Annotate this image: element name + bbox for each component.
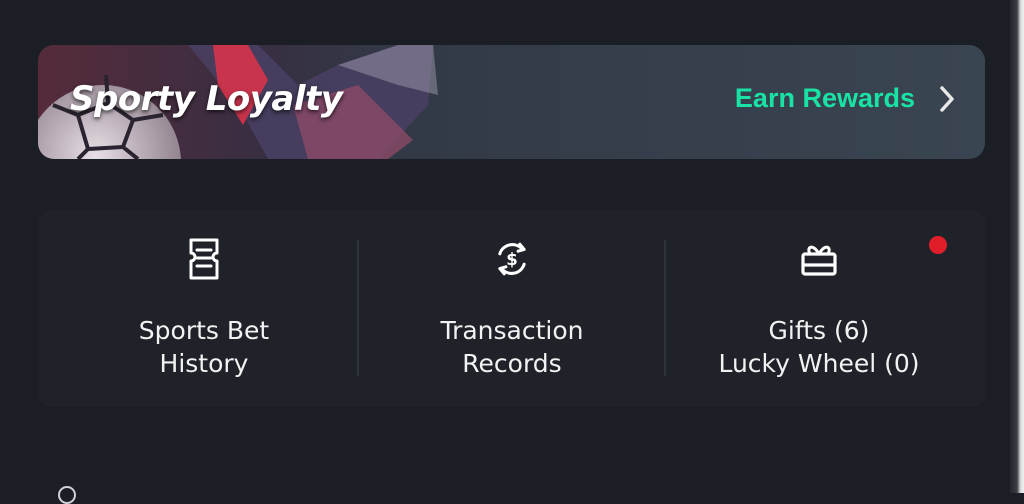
notification-dot	[929, 236, 947, 254]
account-actions-card: Sports Bet History $ Transaction Records	[38, 210, 986, 407]
transaction-records-line1: Transaction	[440, 316, 584, 345]
loyalty-banner[interactable]: Sporty Loyalty Earn Rewards	[38, 45, 985, 159]
earn-rewards-label: Earn Rewards	[734, 83, 915, 113]
gifts-count: Gifts (6)	[768, 316, 870, 345]
lucky-wheel-count: Lucky Wheel (0)	[718, 349, 920, 378]
gift-icon	[799, 235, 839, 283]
sports-bet-history-button[interactable]: Sports Bet History	[54, 210, 354, 407]
transaction-records-label: Transaction Records	[440, 314, 583, 380]
transaction-records-button[interactable]: $ Transaction Records	[362, 210, 662, 407]
svg-text:$: $	[506, 250, 518, 269]
divider	[357, 240, 359, 376]
banner-title: Sporty Loyalty	[70, 79, 343, 119]
gifts-lucky-wheel-button[interactable]: Gifts (6) Lucky Wheel (0)	[669, 210, 969, 407]
ticket-icon	[184, 235, 224, 283]
window-edge	[1010, 0, 1024, 493]
earn-rewards-link[interactable]: Earn Rewards	[735, 83, 957, 114]
divider	[664, 240, 666, 376]
sports-bet-history-line2: History	[159, 349, 249, 378]
sports-bet-history-label: Sports Bet History	[139, 314, 269, 380]
transaction-records-line2: Records	[462, 349, 562, 378]
partial-icon	[58, 486, 76, 504]
sports-bet-history-line1: Sports Bet	[138, 316, 270, 345]
dollar-refresh-icon: $	[492, 235, 532, 283]
chevron-right-icon	[940, 85, 954, 112]
gifts-lucky-wheel-label: Gifts (6) Lucky Wheel (0)	[718, 314, 919, 380]
